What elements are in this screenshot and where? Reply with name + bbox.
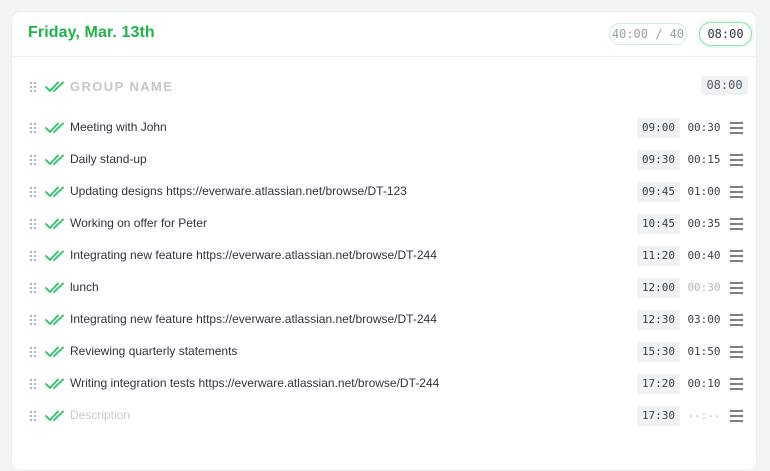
entry-row: Daily stand-up 09:30 00:15 (12, 149, 756, 171)
entry-duration[interactable]: 00:10 (686, 374, 722, 394)
row-menu-icon[interactable] (730, 122, 743, 134)
double-check-icon[interactable] (45, 410, 67, 422)
entry-duration[interactable]: 01:00 (686, 182, 722, 202)
entry-duration[interactable]: --:-- (686, 406, 722, 426)
entry-duration[interactable]: 03:00 (686, 310, 722, 330)
row-menu-icon[interactable] (730, 154, 743, 166)
entry-duration[interactable]: 00:40 (686, 246, 722, 266)
entry-row: Integrating new feature https://everware… (12, 309, 756, 331)
entry-description[interactable]: Working on offer for Peter (70, 216, 207, 230)
drag-handle-icon[interactable] (29, 378, 37, 390)
entry-row: Integrating new feature https://everware… (12, 245, 756, 267)
entry-row: Meeting with John 09:00 00:30 (12, 117, 756, 139)
entry-start-time[interactable]: 09:00 (637, 118, 680, 138)
day-title: Friday, Mar. 13th (28, 24, 155, 41)
drag-handle-icon[interactable] (29, 314, 37, 326)
row-menu-icon[interactable] (730, 314, 743, 326)
double-check-icon[interactable] (45, 154, 67, 166)
entry-description[interactable]: Daily stand-up (70, 152, 147, 166)
entry-start-time[interactable]: 09:45 (637, 182, 680, 202)
entry-duration[interactable]: 00:30 (686, 118, 722, 138)
entry-start-time[interactable]: 12:30 (637, 310, 680, 330)
drag-handle-icon[interactable] (29, 282, 37, 294)
drag-handle-icon[interactable] (29, 154, 37, 166)
double-check-icon[interactable] (45, 81, 67, 93)
entry-description[interactable]: Meeting with John (70, 120, 167, 134)
entry-description[interactable]: Description (70, 408, 130, 422)
double-check-icon[interactable] (45, 346, 67, 358)
entry-start-time[interactable]: 12:00 (637, 278, 680, 298)
row-menu-icon[interactable] (730, 378, 743, 390)
entry-row: Working on offer for Peter 10:45 00:35 (12, 213, 756, 235)
drag-handle-icon[interactable] (29, 218, 37, 230)
entry-row: Updating designs https://everware.atlass… (12, 181, 756, 203)
double-check-icon[interactable] (45, 122, 67, 134)
double-check-icon[interactable] (45, 218, 67, 230)
row-menu-icon[interactable] (730, 282, 743, 294)
entry-row: lunch 12:00 00:30 (12, 277, 756, 299)
drag-handle-icon[interactable] (29, 81, 37, 93)
double-check-icon[interactable] (45, 250, 67, 262)
row-menu-icon[interactable] (730, 346, 743, 358)
hours-total-badge: 40:00 / 40 (609, 23, 687, 45)
double-check-icon[interactable] (45, 378, 67, 390)
row-menu-icon[interactable] (730, 410, 743, 422)
day-start-time-input[interactable]: 08:00 (699, 22, 752, 46)
entry-description[interactable]: Updating designs https://everware.atlass… (70, 184, 407, 198)
entry-start-time[interactable]: 11:20 (637, 246, 680, 266)
entry-duration[interactable]: 01:50 (686, 342, 722, 362)
group-name[interactable]: GROUP NAME (70, 79, 173, 94)
day-card: Friday, Mar. 13th 40:00 / 40 08:00 GROUP… (11, 11, 757, 471)
entry-row: Reviewing quarterly statements 15:30 01:50 (12, 341, 756, 363)
entry-description[interactable]: lunch (70, 280, 99, 294)
entry-row: Writing integration tests https://everwa… (12, 373, 756, 395)
double-check-icon[interactable] (45, 186, 67, 198)
row-menu-icon[interactable] (730, 218, 743, 230)
row-menu-icon[interactable] (730, 186, 743, 198)
entry-start-time[interactable]: 09:30 (637, 150, 680, 170)
entry-description[interactable]: Integrating new feature https://everware… (70, 312, 437, 326)
entry-description[interactable]: Reviewing quarterly statements (70, 344, 237, 358)
double-check-icon[interactable] (45, 282, 67, 294)
entry-start-time[interactable]: 17:20 (637, 374, 680, 394)
group-time: 08:00 (701, 76, 748, 95)
double-check-icon[interactable] (45, 314, 67, 326)
entry-start-time[interactable]: 10:45 (637, 214, 680, 234)
entry-description[interactable]: Writing integration tests https://everwa… (70, 376, 439, 390)
entry-duration[interactable]: 00:35 (686, 214, 722, 234)
row-menu-icon[interactable] (730, 250, 743, 262)
entry-description[interactable]: Integrating new feature https://everware… (70, 248, 437, 262)
drag-handle-icon[interactable] (29, 122, 37, 134)
entry-duration[interactable]: 00:30 (686, 278, 722, 298)
drag-handle-icon[interactable] (29, 346, 37, 358)
day-header: Friday, Mar. 13th 40:00 / 40 08:00 (12, 12, 756, 57)
entry-start-time[interactable]: 17:30 (637, 406, 680, 426)
new-entry-row: Description 17:30 --:-- (12, 405, 756, 427)
drag-handle-icon[interactable] (29, 186, 37, 198)
group-row: GROUP NAME 08:00 (12, 76, 756, 98)
entry-duration[interactable]: 00:15 (686, 150, 722, 170)
entry-start-time[interactable]: 15:30 (637, 342, 680, 362)
drag-handle-icon[interactable] (29, 410, 37, 422)
drag-handle-icon[interactable] (29, 250, 37, 262)
